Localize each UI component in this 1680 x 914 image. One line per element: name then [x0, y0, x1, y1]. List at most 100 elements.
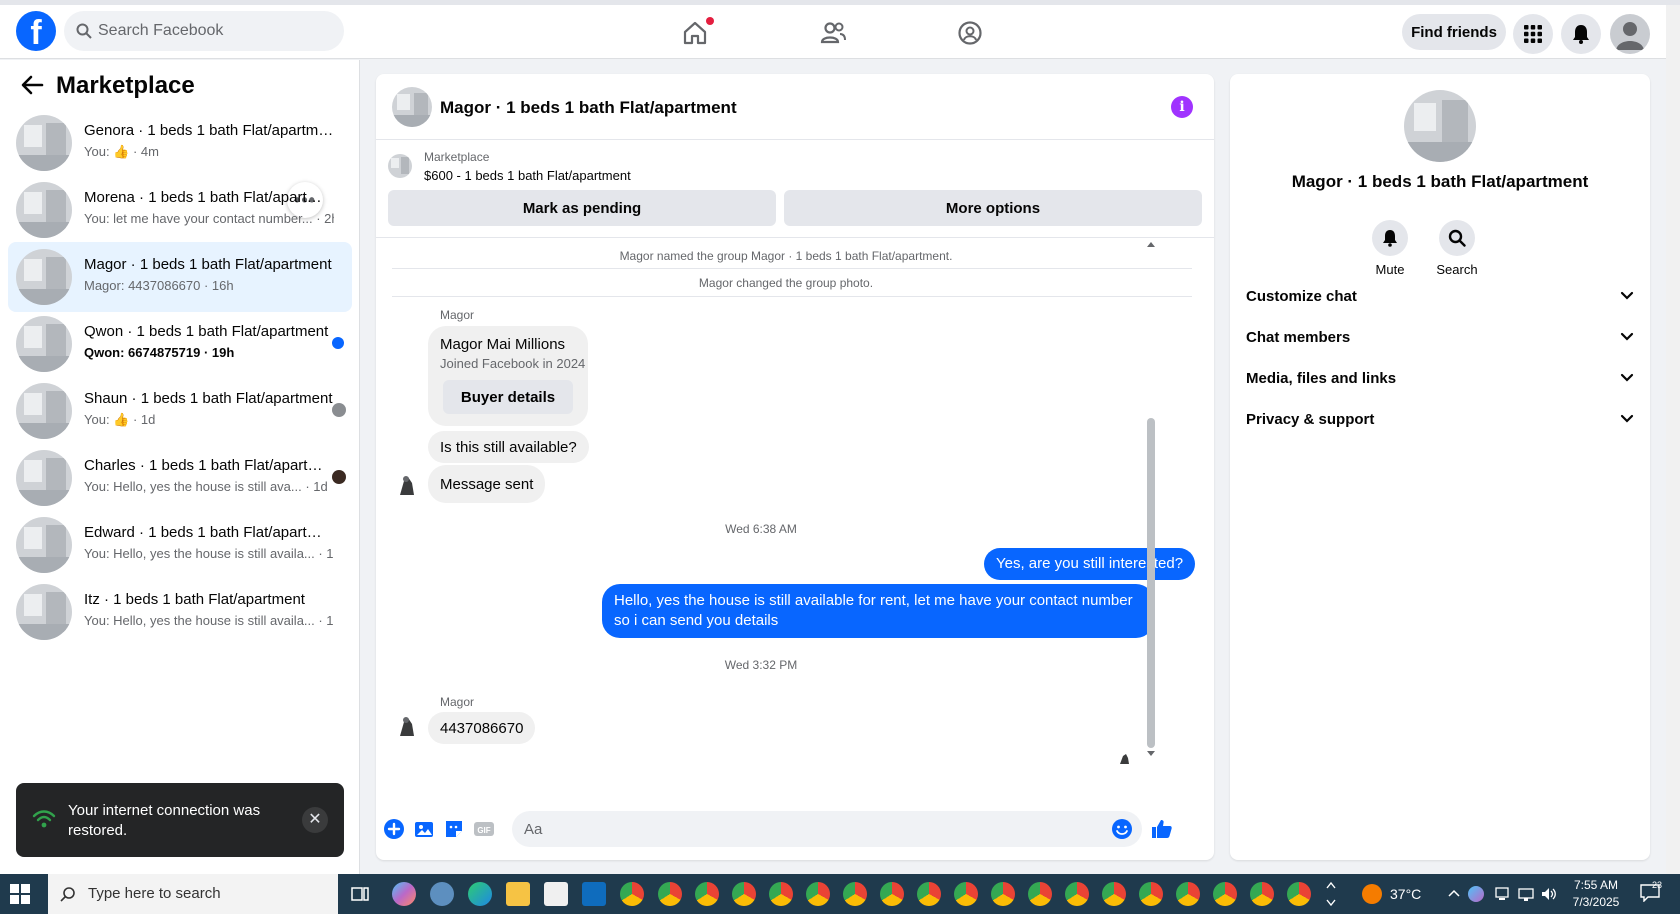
- copilot-app-icon[interactable]: [392, 882, 416, 906]
- conversation-item[interactable]: Qwon · 1 beds 1 bath Flat/apartment Qwon…: [8, 309, 352, 379]
- tray-chevron-up-icon[interactable]: [1448, 888, 1460, 898]
- search-icon: [1448, 229, 1466, 247]
- privacy-support-section[interactable]: Privacy & support: [1246, 399, 1634, 439]
- incoming-message[interactable]: Is this still available?: [428, 431, 589, 463]
- mark-as-pending-button[interactable]: Mark as pending: [388, 190, 776, 226]
- chrome-app-icon[interactable]: [1250, 882, 1274, 906]
- friends-icon[interactable]: [811, 13, 855, 53]
- close-icon[interactable]: ✕: [302, 807, 328, 833]
- chat-panel: Magor · 1 beds 1 bath Flat/apartment i M…: [376, 74, 1214, 860]
- message-input[interactable]: [512, 811, 1142, 847]
- customize-chat-section[interactable]: Customize chat: [1246, 276, 1634, 316]
- device-icon[interactable]: [1494, 886, 1510, 902]
- notification-center-icon[interactable]: 23: [1640, 880, 1662, 904]
- chrome-app-icon[interactable]: [806, 882, 830, 906]
- chrome-app-icon[interactable]: [1028, 882, 1052, 906]
- buyer-details-button[interactable]: Buyer details: [443, 380, 573, 414]
- search-icon: [76, 23, 92, 39]
- weather-icon[interactable]: [1362, 884, 1382, 904]
- network-icon[interactable]: [1518, 886, 1534, 902]
- outlook-app-icon[interactable]: [582, 882, 606, 906]
- conversation-item[interactable]: Genora · 1 beds 1 bath Flat/apartment Yo…: [8, 108, 352, 178]
- copilot-tray-icon[interactable]: [1468, 886, 1484, 902]
- chrome-app-icon[interactable]: [880, 882, 904, 906]
- outgoing-message[interactable]: Yes, are you still interested?: [984, 548, 1196, 580]
- chrome-app-icon[interactable]: [732, 882, 756, 906]
- conversation-item[interactable]: Morena · 1 beds 1 bath Flat/apartment Yo…: [8, 175, 352, 245]
- conversation-item[interactable]: Shaun · 1 beds 1 bath Flat/apartment You…: [8, 376, 352, 446]
- chrome-app-icon[interactable]: [1213, 882, 1237, 906]
- weather-temp[interactable]: 37°C: [1390, 886, 1421, 902]
- media-files-links-section[interactable]: Media, files and links: [1246, 358, 1634, 398]
- conversation-item[interactable]: Charles · 1 beds 1 bath Flat/apartment Y…: [8, 443, 352, 513]
- conversation-item[interactable]: Itz · 1 beds 1 bath Flat/apartment You: …: [8, 577, 352, 647]
- chrome-app-icon[interactable]: [843, 882, 867, 906]
- timestamp: Wed 6:38 AM: [725, 522, 797, 536]
- facebook-logo-icon[interactable]: f: [16, 11, 56, 51]
- chat-avatar-large[interactable]: [1404, 90, 1476, 162]
- home-icon[interactable]: [673, 13, 717, 53]
- chat-title[interactable]: Magor · 1 beds 1 bath Flat/apartment: [440, 98, 737, 118]
- chrome-app-icon[interactable]: [1102, 882, 1126, 906]
- chrome-app-icon[interactable]: [769, 882, 793, 906]
- edge-app-icon[interactable]: [468, 882, 492, 906]
- task-view-icon[interactable]: [350, 884, 370, 904]
- clock-time[interactable]: 7:55 AM: [1568, 878, 1624, 892]
- gif-icon[interactable]: GIF: [472, 817, 496, 841]
- outgoing-message[interactable]: Hello, yes the house is still available …: [602, 584, 1154, 638]
- toast-message: Your internet connection was restored.: [68, 802, 261, 839]
- menu-grid-icon[interactable]: [1513, 14, 1553, 54]
- thumbs-up-icon[interactable]: [1150, 817, 1174, 841]
- taskbar-search[interactable]: Type here to search: [48, 874, 338, 914]
- sender-avatar: [392, 712, 420, 740]
- photo-icon[interactable]: [412, 817, 436, 841]
- app-icon[interactable]: [430, 882, 454, 906]
- search-in-chat-button[interactable]: Search: [1427, 220, 1487, 277]
- chrome-app-icon[interactable]: [1176, 882, 1200, 906]
- chevron-down-icon: [1620, 291, 1634, 300]
- chrome-app-icon[interactable]: [1139, 882, 1163, 906]
- chat-members-section[interactable]: Chat members: [1246, 317, 1634, 357]
- profile-avatar[interactable]: [1610, 14, 1650, 54]
- file-explorer-app-icon[interactable]: [506, 882, 530, 906]
- notifications-bell-icon[interactable]: [1561, 14, 1601, 54]
- chrome-app-icon[interactable]: [1287, 882, 1311, 906]
- chat-avatar[interactable]: [392, 87, 432, 127]
- chrome-app-icon[interactable]: [658, 882, 682, 906]
- groups-icon[interactable]: [948, 13, 992, 53]
- info-icon[interactable]: i: [1171, 96, 1193, 118]
- listing-thumbnail: [16, 182, 72, 238]
- mute-button[interactable]: Mute: [1360, 220, 1420, 277]
- chrome-app-icon[interactable]: [917, 882, 941, 906]
- search-bar[interactable]: [64, 11, 344, 51]
- incoming-message[interactable]: 4437086670: [428, 712, 536, 744]
- taskbar-scroll-arrows-icon[interactable]: [1326, 880, 1336, 908]
- windows-start-icon[interactable]: [10, 884, 30, 904]
- find-friends-button[interactable]: Find friends: [1402, 14, 1506, 50]
- sticker-icon[interactable]: [442, 817, 466, 841]
- search-input[interactable]: [98, 11, 334, 51]
- chevron-down-icon: [1620, 373, 1634, 382]
- more-options-button[interactable]: More options: [784, 190, 1202, 226]
- chrome-app-icon[interactable]: [695, 882, 719, 906]
- incoming-message[interactable]: Message sent: [428, 465, 546, 503]
- listing-thumbnail[interactable]: [388, 154, 412, 178]
- listing-price[interactable]: $600 - 1 beds 1 bath Flat/apartment: [424, 168, 631, 183]
- chrome-app-icon[interactable]: [1065, 882, 1089, 906]
- sender-avatar: [392, 471, 420, 499]
- chrome-app-icon[interactable]: [620, 882, 644, 906]
- chat-scrollbar[interactable]: [1144, 238, 1158, 803]
- conversation-item-active[interactable]: Magor · 1 beds 1 bath Flat/apartment Mag…: [8, 242, 352, 312]
- emoji-icon[interactable]: [1110, 817, 1134, 841]
- chrome-app-icon[interactable]: [954, 882, 978, 906]
- volume-icon[interactable]: [1540, 886, 1558, 902]
- page-scrollbar[interactable]: [1666, 5, 1680, 874]
- scrollbar-thumb[interactable]: [1147, 418, 1155, 748]
- back-arrow-icon[interactable]: [20, 74, 44, 96]
- chrome-app-icon[interactable]: [991, 882, 1015, 906]
- clock-date[interactable]: 7/3/2025: [1568, 895, 1624, 909]
- plus-icon[interactable]: [382, 817, 406, 841]
- conversation-item[interactable]: Edward · 1 beds 1 bath Flat/apartment Yo…: [8, 510, 352, 580]
- notification-count: 23: [1652, 880, 1663, 890]
- store-app-icon[interactable]: [544, 882, 568, 906]
